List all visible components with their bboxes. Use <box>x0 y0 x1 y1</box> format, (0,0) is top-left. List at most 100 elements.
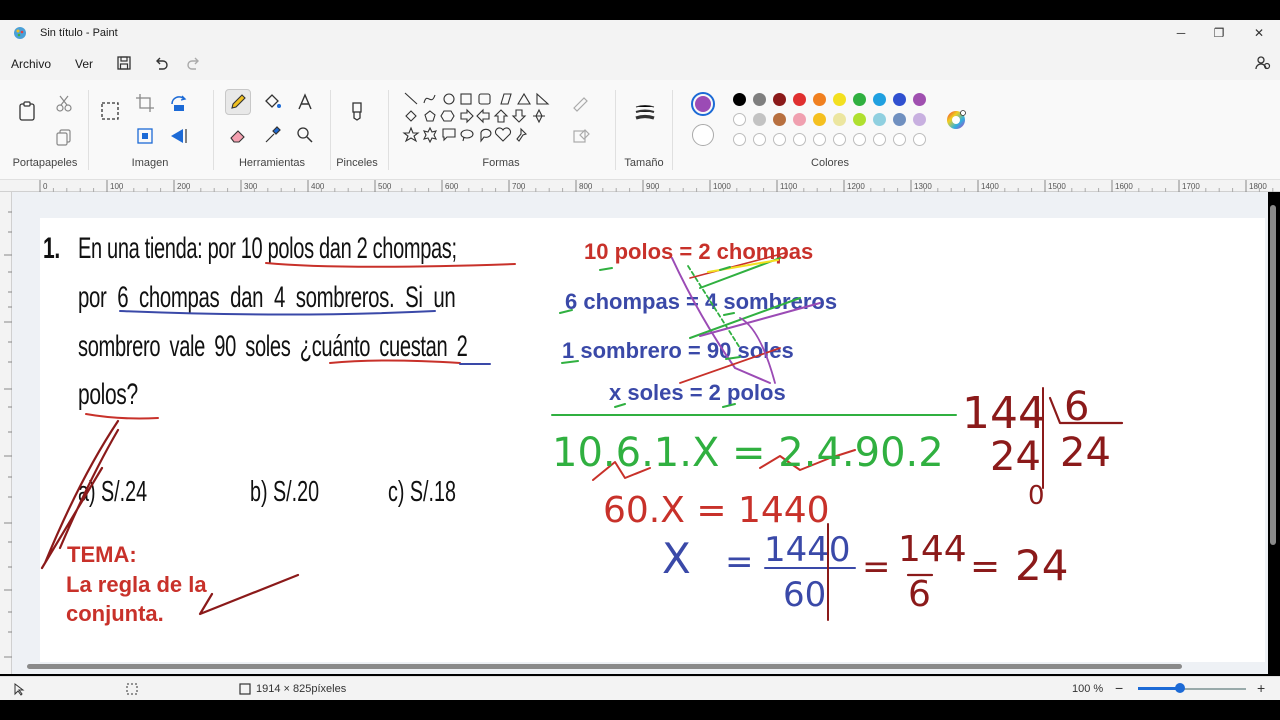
rotate-icon[interactable] <box>168 92 190 114</box>
empty-color-slot[interactable] <box>793 133 806 146</box>
group-label-brushes: Pinceles <box>336 157 378 169</box>
save-icon[interactable] <box>115 54 133 72</box>
palette-color-swatch[interactable] <box>813 113 826 126</box>
empty-color-slot[interactable] <box>913 133 926 146</box>
hand-div-rest: 0 <box>1028 481 1045 511</box>
restore-button[interactable]: ❐ <box>1199 23 1239 43</box>
palette-color-swatch[interactable] <box>773 93 786 106</box>
cut-icon[interactable] <box>53 92 75 114</box>
ruler-tick-label: 1500 <box>1048 182 1066 191</box>
palette-color-swatch[interactable] <box>853 113 866 126</box>
redo-icon[interactable] <box>185 54 203 72</box>
ruler-tick-label: 200 <box>177 182 191 191</box>
palette-color-swatch[interactable] <box>893 113 906 126</box>
menu-bar: Archivo Ver <box>0 46 1280 80</box>
horizontal-ruler: 0 100 200 300 400 500 600 700 800 900 1000 1100 1200… <box>0 180 1280 192</box>
hand-den2: 6 <box>908 574 931 615</box>
drawing-canvas[interactable]: 1. En una tienda: por 10 polos dan 2 cho… <box>40 218 1265 662</box>
palette-color-swatch[interactable] <box>873 113 886 126</box>
zoom-level: 100 % <box>1072 683 1104 695</box>
primary-color-fill <box>695 96 711 112</box>
palette-color-swatch[interactable] <box>753 113 766 126</box>
eraser-icon[interactable] <box>227 124 249 146</box>
group-label-shapes: Formas <box>482 157 520 169</box>
close-button[interactable]: ✕ <box>1239 23 1279 43</box>
ruler-ticks: 0 100 200 300 400 500 600 700 800 900 1000 1100 1200… <box>39 180 1274 192</box>
palette-color-swatch[interactable] <box>733 93 746 106</box>
ribbon-divider <box>88 90 89 170</box>
group-label-clipboard: Portapapeles <box>12 157 78 169</box>
ruler-tick-label: 900 <box>646 182 660 191</box>
palette-color-swatch[interactable] <box>813 93 826 106</box>
resize-icon[interactable] <box>134 125 156 147</box>
fill-bucket-icon[interactable] <box>261 91 283 113</box>
flip-icon[interactable] <box>168 125 190 147</box>
brush-icon[interactable] <box>346 100 368 122</box>
select-icon[interactable] <box>99 100 121 122</box>
ruler-tick-label: 100 <box>110 182 124 191</box>
color-picker-icon[interactable] <box>261 124 283 146</box>
empty-color-slot[interactable] <box>813 133 826 146</box>
menu-file[interactable]: Archivo <box>11 57 51 71</box>
zoom-out-button[interactable]: − <box>1115 680 1123 696</box>
vertical-scrollbar[interactable] <box>1270 205 1276 545</box>
shape-fill-icon[interactable] <box>570 125 592 147</box>
empty-color-slot[interactable] <box>733 133 746 146</box>
outline-icon[interactable] <box>570 92 592 114</box>
magnifier-icon[interactable] <box>294 124 316 146</box>
menu-view[interactable]: Ver <box>75 57 93 71</box>
palette-color-swatch[interactable] <box>873 93 886 106</box>
hand-eq-2: = <box>862 547 891 587</box>
undo-icon[interactable] <box>152 54 170 72</box>
secondary-color-swatch[interactable] <box>692 124 714 146</box>
group-label-size: Tamaño <box>624 157 664 169</box>
empty-color-slot[interactable] <box>853 133 866 146</box>
zoom-in-button[interactable]: + <box>1257 680 1265 696</box>
horizontal-scrollbar[interactable] <box>27 664 1182 669</box>
palette-color-swatch[interactable] <box>853 93 866 106</box>
ruler-tick-label: 300 <box>244 182 258 191</box>
hand-div-divisor: 6 <box>1064 384 1089 430</box>
ribbon-divider <box>672 90 673 170</box>
empty-color-slot[interactable] <box>753 133 766 146</box>
ruler-tick-label: 1000 <box>713 182 731 191</box>
empty-color-slot[interactable] <box>873 133 886 146</box>
zoom-slider-thumb[interactable] <box>1175 683 1185 693</box>
ruler-tick-label: 1600 <box>1115 182 1133 191</box>
ruler-tick-label: 500 <box>378 182 392 191</box>
edit-colors-icon[interactable] <box>945 109 967 131</box>
zoom-slider-fill <box>1138 687 1180 690</box>
palette-color-swatch[interactable] <box>913 113 926 126</box>
palette-color-swatch[interactable] <box>773 113 786 126</box>
vertical-ruler-ticks <box>4 211 12 658</box>
palette-color-swatch[interactable] <box>913 93 926 106</box>
palette-color-swatch[interactable] <box>893 93 906 106</box>
shapes-grid-icon[interactable] <box>397 89 557 151</box>
palette-color-swatch[interactable] <box>833 113 846 126</box>
title-bar: Sin título - Paint ─ ❐ ✕ <box>0 20 1280 46</box>
text-icon[interactable] <box>294 91 316 113</box>
shapes-gallery[interactable] <box>397 89 557 151</box>
line-width-icon[interactable] <box>634 102 656 124</box>
primary-color-swatch[interactable] <box>691 92 715 116</box>
empty-color-slot[interactable] <box>893 133 906 146</box>
ruler-tick-label: 800 <box>579 182 593 191</box>
handwritten-annotations: 10.6.1.X = 2.4.90.2 60.X = 1440 X = 1440… <box>40 252 1124 621</box>
paste-icon[interactable] <box>16 100 38 122</box>
palette-color-swatch[interactable] <box>753 93 766 106</box>
minimize-button[interactable]: ─ <box>1161 23 1201 43</box>
crop-icon[interactable] <box>134 92 156 114</box>
group-label-tools: Herramientas <box>238 157 306 169</box>
empty-color-slot[interactable] <box>773 133 786 146</box>
account-icon[interactable] <box>1254 54 1272 72</box>
pencil-icon[interactable] <box>227 91 249 113</box>
palette-color-swatch[interactable] <box>793 113 806 126</box>
copy-icon[interactable] <box>53 125 75 147</box>
hand-numerator: 1440 <box>764 530 851 570</box>
palette-color-swatch[interactable] <box>833 93 846 106</box>
selection-size-icon <box>126 683 138 695</box>
palette-color-swatch[interactable] <box>733 113 746 126</box>
empty-color-slot[interactable] <box>833 133 846 146</box>
hand-eq-1: = <box>725 542 754 582</box>
palette-color-swatch[interactable] <box>793 93 806 106</box>
